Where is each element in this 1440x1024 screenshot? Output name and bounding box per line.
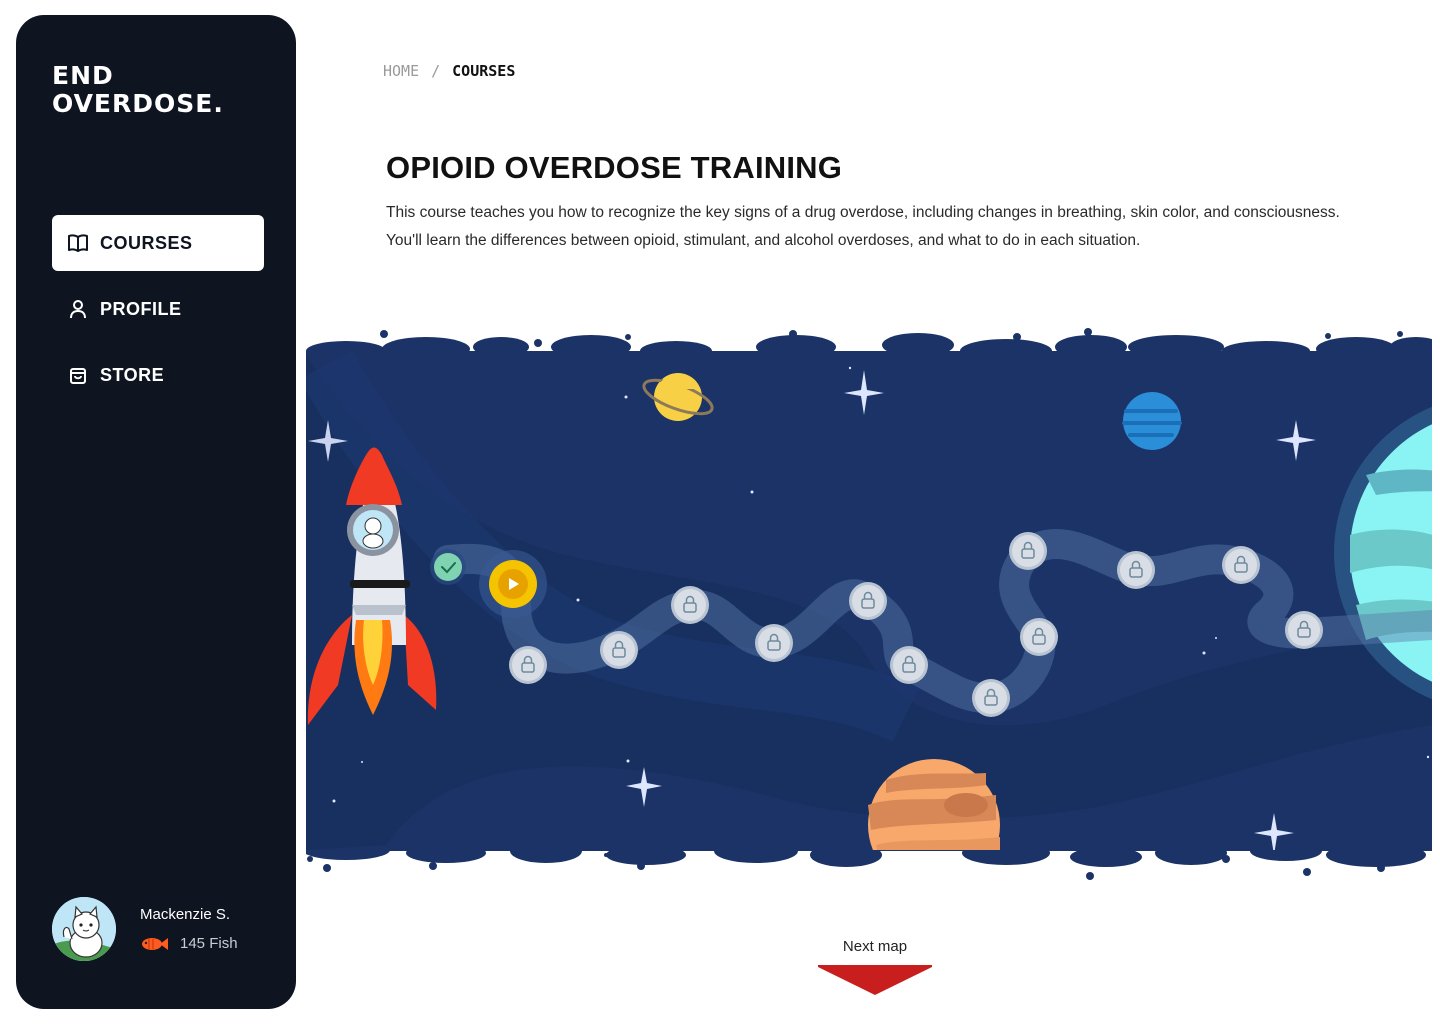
- page-title: OPIOID OVERDOSE TRAINING: [386, 150, 843, 185]
- lesson-node-locked[interactable]: [1020, 618, 1058, 656]
- breadcrumb-current: COURSES: [452, 62, 516, 80]
- course-map: [306, 325, 1432, 885]
- breadcrumb: HOME / COURSES: [383, 62, 515, 80]
- fish-balance: 145 Fish: [140, 935, 238, 952]
- lesson-node-locked[interactable]: [600, 631, 638, 669]
- breadcrumb-home[interactable]: HOME: [383, 62, 419, 80]
- lesson-node-locked[interactable]: [890, 646, 928, 684]
- book-icon: [68, 233, 88, 253]
- next-map-label: Next map: [842, 938, 908, 955]
- lesson-node-completed[interactable]: [430, 549, 466, 585]
- sidebar-item-store[interactable]: STORE: [52, 347, 264, 403]
- breadcrumb-separator: /: [431, 62, 441, 80]
- lesson-node-locked[interactable]: [509, 646, 547, 684]
- blue-planet: [1122, 392, 1182, 450]
- lesson-node-locked[interactable]: [1222, 546, 1260, 584]
- sidebar-item-profile[interactable]: PROFILE: [52, 281, 264, 337]
- user-icon: [68, 299, 88, 319]
- bag-icon: [68, 365, 88, 385]
- lesson-node-locked[interactable]: [755, 624, 793, 662]
- sidebar-item-courses[interactable]: COURSES: [52, 215, 264, 271]
- sidebar-nav: COURSES PROFILE STORE: [52, 215, 264, 413]
- lesson-node-current[interactable]: [479, 550, 547, 618]
- user-card[interactable]: Mackenzie S. 145 Fish: [52, 897, 238, 961]
- user-name: Mackenzie S.: [140, 906, 231, 923]
- brand-logo[interactable]: END OVERDOSE.: [52, 63, 224, 116]
- lesson-node-locked[interactable]: [972, 679, 1010, 717]
- course-description: This course teaches you how to recognize…: [386, 204, 1340, 249]
- avatar[interactable]: [52, 897, 116, 961]
- lesson-node-locked[interactable]: [1285, 611, 1323, 649]
- next-map-button[interactable]: Next map: [818, 938, 932, 1000]
- lesson-node-locked[interactable]: [671, 586, 709, 624]
- lesson-node-locked[interactable]: [1117, 551, 1155, 589]
- arrow-down-icon: [818, 965, 932, 995]
- orange-planet: [868, 759, 1000, 850]
- lesson-node-locked[interactable]: [1009, 532, 1047, 570]
- lesson-node-locked[interactable]: [849, 582, 887, 620]
- fish-icon: [142, 937, 168, 950]
- sidebar: END OVERDOSE. COURSES PROFILE STORE Mack…: [16, 15, 296, 1009]
